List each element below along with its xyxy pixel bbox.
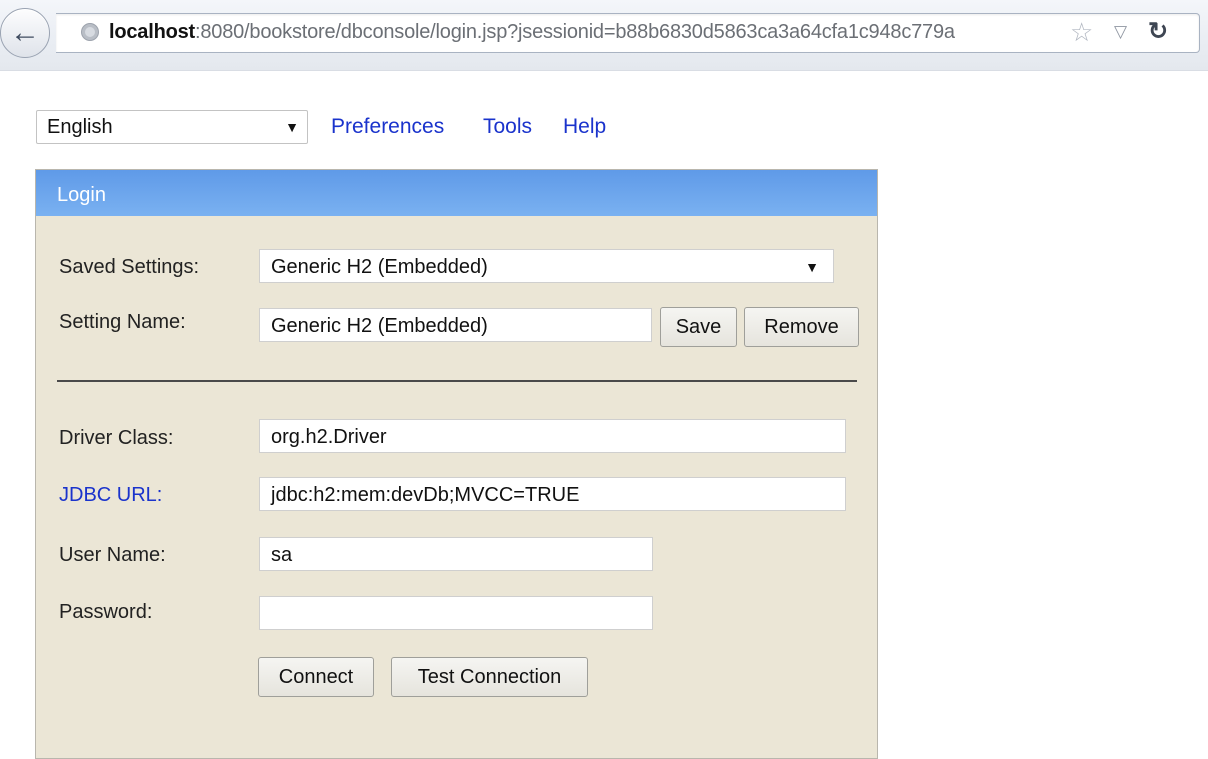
saved-settings-value: Generic H2 (Embedded) (271, 256, 488, 278)
reload-icon[interactable]: ↻ (1148, 17, 1168, 46)
star-icon[interactable]: ☆ (1070, 17, 1093, 48)
chevron-down-icon: ▼ (285, 119, 299, 135)
password-input[interactable] (259, 596, 653, 630)
login-panel: Login Saved Settings: Generic H2 (Embedd… (35, 169, 878, 759)
saved-settings-label: Saved Settings: (59, 256, 200, 278)
user-name-label: User Name: (59, 544, 166, 566)
tools-link[interactable]: Tools (483, 115, 532, 139)
dropdown-triangle-icon[interactable]: ▽ (1114, 22, 1127, 42)
saved-settings-select[interactable]: Generic H2 (Embedded) ▼ (259, 249, 834, 283)
login-panel-title: Login (36, 170, 877, 216)
save-button[interactable]: Save (660, 307, 737, 347)
preferences-link[interactable]: Preferences (331, 115, 444, 139)
driver-class-input[interactable]: org.h2.Driver (259, 419, 846, 453)
user-name-input[interactable]: sa (259, 537, 653, 571)
setting-name-label: Setting Name: (59, 311, 186, 333)
password-label: Password: (59, 601, 153, 623)
url-path: :8080/bookstore/dbconsole/login.jsp?jses… (195, 21, 955, 43)
url-host: localhost (109, 21, 195, 43)
language-select[interactable]: English ▼ (36, 110, 308, 144)
connect-button[interactable]: Connect (258, 657, 374, 697)
url-text[interactable]: localhost:8080/bookstore/dbconsole/login… (109, 21, 955, 44)
jdbc-url-input[interactable]: jdbc:h2:mem:devDb;MVCC=TRUE (259, 477, 846, 511)
test-connection-button[interactable]: Test Connection (391, 657, 588, 697)
jdbc-url-link[interactable]: JDBC URL: (59, 484, 162, 507)
browser-toolbar: ← localhost:8080/bookstore/dbconsole/log… (0, 0, 1208, 71)
language-select-value: English (47, 116, 113, 138)
address-bar[interactable]: localhost:8080/bookstore/dbconsole/login… (56, 13, 1200, 53)
remove-button[interactable]: Remove (744, 307, 859, 347)
globe-icon (81, 23, 99, 41)
back-arrow-icon[interactable]: ← (0, 8, 50, 58)
setting-name-input[interactable]: Generic H2 (Embedded) (259, 308, 652, 342)
divider (57, 380, 857, 382)
chevron-down-icon: ▼ (805, 259, 819, 275)
help-link[interactable]: Help (563, 115, 606, 139)
driver-class-label: Driver Class: (59, 427, 174, 449)
